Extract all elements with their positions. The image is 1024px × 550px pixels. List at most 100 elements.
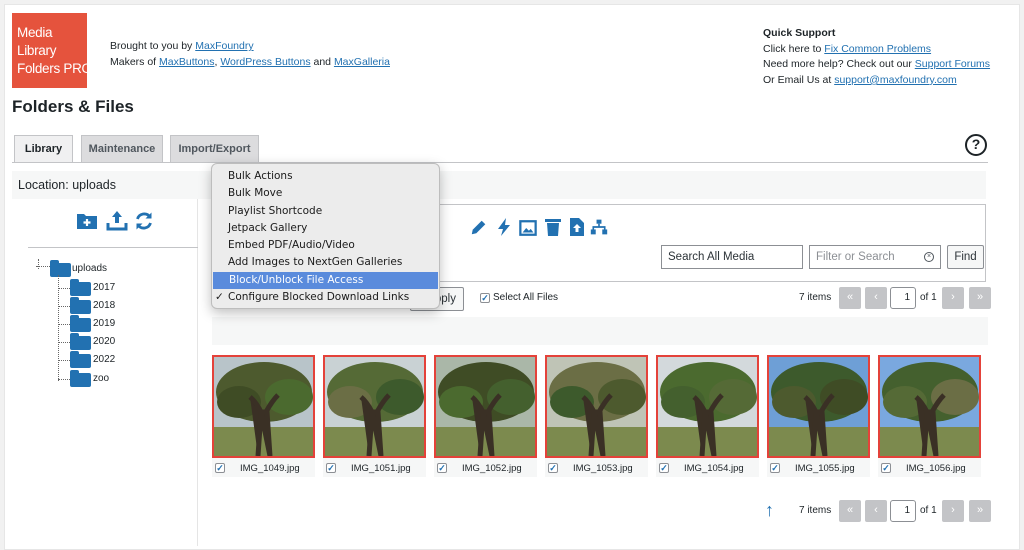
sitemap-icon[interactable] xyxy=(590,217,608,237)
tab-maintenance[interactable]: Maintenance xyxy=(81,135,163,163)
refresh-icon[interactable] xyxy=(134,211,154,231)
thumbnail-caption: ✓ IMG_1053.jpg xyxy=(545,458,648,477)
thumbnail-caption: ✓ IMG_1049.jpg xyxy=(212,458,315,477)
fix-problems-link[interactable]: Fix Common Problems xyxy=(824,43,931,55)
maxgalleria-link[interactable]: MaxGalleria xyxy=(334,56,390,68)
trash-icon[interactable] xyxy=(544,217,562,237)
folder-icon xyxy=(70,351,91,368)
file-checkbox[interactable]: ✓ xyxy=(770,463,780,473)
thumbnail-caption: ✓ IMG_1052.jpg xyxy=(434,458,537,477)
media-thumbnail[interactable]: ✓ IMG_1049.jpg xyxy=(212,355,315,477)
page-of: of 1 xyxy=(920,292,937,303)
maxfoundry-link[interactable]: MaxFoundry xyxy=(195,40,253,52)
menu-item-configure-blocked[interactable]: ✓ Configure Blocked Download Links xyxy=(212,289,439,306)
quick-support-title: Quick Support xyxy=(763,27,836,39)
thumbnail-image[interactable] xyxy=(434,355,537,458)
search-all-media-input[interactable]: Search All Media xyxy=(661,245,803,269)
upload-icon[interactable] xyxy=(106,209,128,231)
menu-item-bulk-actions[interactable]: Bulk Actions xyxy=(212,168,439,185)
file-name: IMG_1054.jpg xyxy=(684,463,744,474)
media-thumbnail[interactable]: ✓ IMG_1054.jpg xyxy=(656,355,759,477)
maxbuttons-link[interactable]: MaxButtons xyxy=(159,56,214,68)
support-email-link[interactable]: support@maxfoundry.com xyxy=(834,74,957,86)
menu-item-nextgen[interactable]: Add Images to NextGen Galleries xyxy=(212,254,439,271)
image-edit-icon[interactable] xyxy=(519,218,537,238)
tree-item-label: 2019 xyxy=(93,318,116,329)
makers-prefix: Makers of xyxy=(110,56,160,68)
next-page-button[interactable]: › xyxy=(942,287,964,309)
tab-import-export[interactable]: Import/Export xyxy=(170,135,259,163)
media-thumbnail[interactable]: ✓ IMG_1056.jpg xyxy=(878,355,981,477)
tree-item-2019[interactable]: 2019 xyxy=(70,315,150,332)
tree-connector xyxy=(58,360,70,361)
media-thumbnail[interactable]: ✓ IMG_1051.jpg xyxy=(323,355,426,477)
file-checkbox[interactable]: ✓ xyxy=(437,463,447,473)
tree-photo xyxy=(880,357,979,456)
prev-page-button[interactable]: ‹ xyxy=(865,500,887,522)
tree-photo xyxy=(769,357,868,456)
makers-and: and xyxy=(310,56,334,68)
thumbnail-image[interactable] xyxy=(212,355,315,458)
media-thumbnail[interactable]: ✓ IMG_1055.jpg xyxy=(767,355,870,477)
tree-item-uploads[interactable]: uploads xyxy=(50,260,150,277)
tree-item-2020[interactable]: 2020 xyxy=(70,333,150,350)
tab-library[interactable]: Library xyxy=(14,135,73,163)
thumbnail-image[interactable] xyxy=(878,355,981,458)
tree-item-zoo[interactable]: zoo xyxy=(70,370,150,387)
tree-item-label: uploads xyxy=(72,263,108,274)
last-page-button[interactable]: » xyxy=(969,500,991,522)
clear-icon[interactable]: × xyxy=(924,252,934,262)
file-upload-icon[interactable] xyxy=(568,217,586,237)
file-checkbox[interactable]: ✓ xyxy=(659,463,669,473)
status-strip xyxy=(212,317,988,345)
tree-connector xyxy=(58,288,70,289)
tree-connector xyxy=(58,275,59,381)
support-forums-link[interactable]: Support Forums xyxy=(915,58,990,70)
thumbnail-image[interactable] xyxy=(323,355,426,458)
wordpress-buttons-link[interactable]: WordPress Buttons xyxy=(220,56,310,68)
menu-item-jetpack-gallery[interactable]: Jetpack Gallery xyxy=(212,220,439,237)
tree-photo xyxy=(325,357,424,456)
media-thumbnail[interactable]: ✓ IMG_1052.jpg xyxy=(434,355,537,477)
next-page-button[interactable]: › xyxy=(942,500,964,522)
menu-item-embed[interactable]: Embed PDF/Audio/Video xyxy=(212,237,439,254)
menu-item-label: Playlist Shortcode xyxy=(228,204,323,217)
prev-page-button[interactable]: ‹ xyxy=(865,287,887,309)
media-thumbnail[interactable]: ✓ IMG_1053.jpg xyxy=(545,355,648,477)
first-page-button[interactable]: « xyxy=(839,500,861,522)
thumbnail-image[interactable] xyxy=(767,355,870,458)
credits: Brought to you by MaxFoundry Makers of M… xyxy=(110,38,390,70)
page-number-input[interactable]: 1 xyxy=(890,500,916,522)
tree-item-2022[interactable]: 2022 xyxy=(70,351,150,368)
tree-item-2017[interactable]: 2017 xyxy=(70,279,150,296)
menu-item-bulk-move[interactable]: Bulk Move xyxy=(212,185,439,202)
page-number-input[interactable]: 1 xyxy=(890,287,916,309)
thumbnail-image[interactable] xyxy=(545,355,648,458)
thumbnail-image[interactable] xyxy=(656,355,759,458)
file-checkbox[interactable]: ✓ xyxy=(215,463,225,473)
logo-line-2: Library xyxy=(17,43,57,58)
add-folder-icon[interactable] xyxy=(76,211,98,231)
file-checkbox[interactable]: ✓ xyxy=(548,463,558,473)
thumbnail-caption: ✓ IMG_1055.jpg xyxy=(767,458,870,477)
last-page-button[interactable]: » xyxy=(969,287,991,309)
file-checkbox[interactable]: ✓ xyxy=(326,463,336,473)
rename-pencil-icon[interactable] xyxy=(470,217,488,237)
filter-search-input[interactable]: Filter or Search × xyxy=(809,245,941,269)
scroll-top-icon[interactable]: ↑ xyxy=(765,500,774,521)
tree-photo xyxy=(547,357,646,456)
select-all-checkbox[interactable]: ✓ xyxy=(480,293,490,303)
tree-photo xyxy=(436,357,535,456)
file-checkbox[interactable]: ✓ xyxy=(881,463,891,473)
help-icon[interactable]: ? xyxy=(965,134,987,156)
find-button[interactable]: Find xyxy=(947,245,984,269)
tree-item-2018[interactable]: 2018 xyxy=(70,297,150,314)
menu-item-playlist-shortcode[interactable]: Playlist Shortcode xyxy=(212,203,439,220)
file-name: IMG_1051.jpg xyxy=(351,463,411,474)
first-page-button[interactable]: « xyxy=(839,287,861,309)
bolt-icon[interactable] xyxy=(495,217,513,237)
menu-item-label: Bulk Actions xyxy=(228,170,293,182)
menu-item-block-unblock[interactable]: Block/Unblock File Access xyxy=(213,271,438,290)
thumbnail-caption: ✓ IMG_1056.jpg xyxy=(878,458,981,477)
folder-icon xyxy=(50,260,71,277)
